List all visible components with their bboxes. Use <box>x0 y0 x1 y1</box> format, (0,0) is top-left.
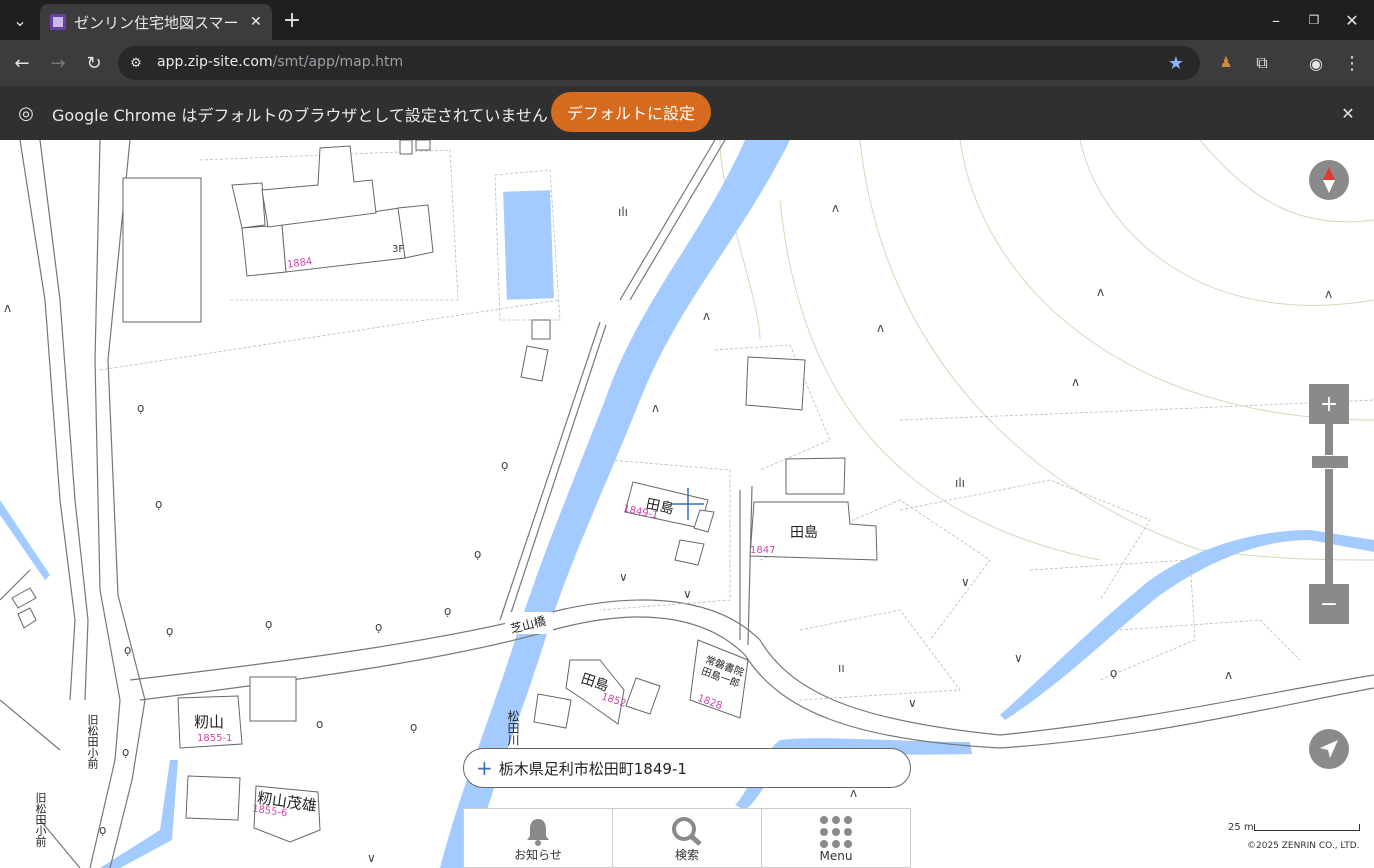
svg-text:ʌ: ʌ <box>832 201 839 215</box>
search-icon <box>672 817 702 846</box>
svg-text:ʌ: ʌ <box>703 309 710 323</box>
svg-text:∨: ∨ <box>1014 651 1023 665</box>
svg-text:ọ: ọ <box>155 497 162 511</box>
address-box[interactable]: + 栃木県足利市松田町1849-1 <box>463 748 911 788</box>
label-bus-stop-2: 旧松田小前 <box>34 792 47 847</box>
bottom-nav: お知らせ 検索 Menu <box>463 808 911 868</box>
extensions-puzzle-icon[interactable]: ⧉ <box>1248 49 1276 77</box>
crosshair-plus-icon: + <box>476 756 493 780</box>
infobar-close-icon[interactable]: ✕ <box>1334 99 1362 127</box>
svg-text:∨: ∨ <box>908 696 917 710</box>
svg-text:o: o <box>316 717 323 731</box>
bell-icon <box>527 819 549 846</box>
menu-button[interactable]: Menu <box>762 809 910 867</box>
contour-lines <box>719 140 1374 561</box>
zoom-out-button[interactable]: − <box>1309 584 1349 624</box>
svg-text:ılı: ılı <box>618 205 628 219</box>
lot-number-1855-1: 1855-1 <box>197 733 233 744</box>
search-button[interactable]: 検索 <box>613 809 762 867</box>
label-bus-stop-1: 旧松田小前 <box>86 714 99 769</box>
svg-text:ọ: ọ <box>99 823 106 837</box>
svg-text:∨: ∨ <box>619 570 628 584</box>
svg-text:ọ: ọ <box>410 720 417 734</box>
label-river: 松田川 <box>506 710 520 746</box>
floor-label-3f: 3F <box>392 244 405 255</box>
url-host: app.zip-site.com <box>157 54 273 70</box>
tab-search-chevron-icon[interactable]: ⌄ <box>6 6 34 34</box>
url-path: /smt/app/map.htm <box>272 54 404 70</box>
bookmark-star-icon[interactable]: ★ <box>1162 49 1190 77</box>
menu-grid-icon <box>820 816 852 848</box>
pond <box>503 190 554 300</box>
set-default-button[interactable]: デフォルトに設定 <box>551 92 711 132</box>
back-icon[interactable]: ← <box>8 49 36 77</box>
compass-needle-icon <box>1323 167 1335 193</box>
creek-left <box>0 500 50 580</box>
svg-text:ʌ: ʌ <box>1097 285 1104 299</box>
search-label: 検索 <box>674 848 699 862</box>
extension-icon[interactable]: ♟ <box>1212 49 1240 77</box>
menu-label: Menu <box>819 849 853 863</box>
current-location-button[interactable] <box>1309 729 1349 769</box>
svg-text:ıı: ıı <box>838 661 845 675</box>
svg-text:ọ: ọ <box>501 458 508 472</box>
notice-label: お知らせ <box>514 848 562 862</box>
lot-number-1847: 1847 <box>750 545 776 556</box>
tab-close-icon[interactable]: ✕ <box>250 14 262 30</box>
svg-text:ʌ: ʌ <box>850 786 857 800</box>
svg-text:ọ: ọ <box>1110 666 1117 680</box>
label-tajima-2: 田島 <box>790 525 818 541</box>
forward-icon[interactable]: → <box>44 49 72 77</box>
buildings <box>11 140 878 843</box>
svg-text:ọ: ọ <box>122 745 129 759</box>
site-info-icon[interactable]: ⚙ <box>122 49 150 77</box>
svg-text:ọ: ọ <box>444 604 451 618</box>
browser-tab[interactable]: ゼンリン住宅地図スマー ✕ <box>40 4 272 40</box>
svg-text:ọ: ọ <box>166 624 173 638</box>
svg-text:ʌ: ʌ <box>652 401 659 415</box>
svg-text:ʌ: ʌ <box>877 321 884 335</box>
svg-text:ʌ: ʌ <box>1325 287 1332 301</box>
svg-text:ʌ: ʌ <box>4 301 11 315</box>
svg-text:ʌ: ʌ <box>1225 668 1232 682</box>
copyright: ©2025 ZENRIN CO., LTD. <box>1247 841 1360 851</box>
scale-bar <box>1254 824 1360 831</box>
svg-text:ọ: ọ <box>265 617 272 631</box>
scale-label: 25 m <box>1228 822 1254 833</box>
svg-text:ọ: ọ <box>375 620 382 634</box>
svg-text:ọ: ọ <box>124 643 131 657</box>
chrome-logo-icon: ◎ <box>18 102 34 124</box>
reload-icon[interactable]: ↻ <box>80 49 108 77</box>
tab-title: ゼンリン住宅地図スマー <box>74 13 239 32</box>
browser-menu-icon[interactable]: ⋮ <box>1338 49 1366 77</box>
browser-chrome: ⌄ ゼンリン住宅地図スマー ✕ + – ❐ ✕ ← → ↻ ⚙ app.zip-… <box>0 0 1374 140</box>
svg-text:ọ: ọ <box>474 547 481 561</box>
compass-button[interactable] <box>1309 160 1349 200</box>
restore-icon[interactable]: ❐ <box>1300 6 1328 34</box>
svg-text:ọ: ọ <box>137 401 144 415</box>
zoom-in-button[interactable]: + <box>1309 384 1349 424</box>
location-arrow-icon <box>1320 740 1338 758</box>
svg-text:∨: ∨ <box>961 575 970 589</box>
svg-text:ʌ: ʌ <box>1072 375 1079 389</box>
infobar-message: Google Chrome はデフォルトのブラウザとして設定されていません <box>52 106 548 125</box>
svg-text:ılı: ılı <box>955 476 965 490</box>
zoom-slider-track[interactable] <box>1325 424 1333 584</box>
notice-button[interactable]: お知らせ <box>464 809 613 867</box>
url-text[interactable]: app.zip-site.com/smt/app/map.htm <box>157 54 403 70</box>
window-close-icon[interactable]: ✕ <box>1338 6 1366 34</box>
label-momiyama: 籾山 <box>194 713 225 731</box>
site-favicon-icon <box>50 14 66 30</box>
minimize-icon[interactable]: – <box>1262 6 1290 34</box>
svg-text:∨: ∨ <box>683 587 692 601</box>
svg-text:∨: ∨ <box>367 851 376 865</box>
zoom-slider-handle[interactable] <box>1311 455 1349 469</box>
address-text: 栃木県足利市松田町1849-1 <box>498 759 687 778</box>
new-tab-icon[interactable]: + <box>278 6 306 34</box>
profile-icon[interactable]: ◉ <box>1302 49 1330 77</box>
